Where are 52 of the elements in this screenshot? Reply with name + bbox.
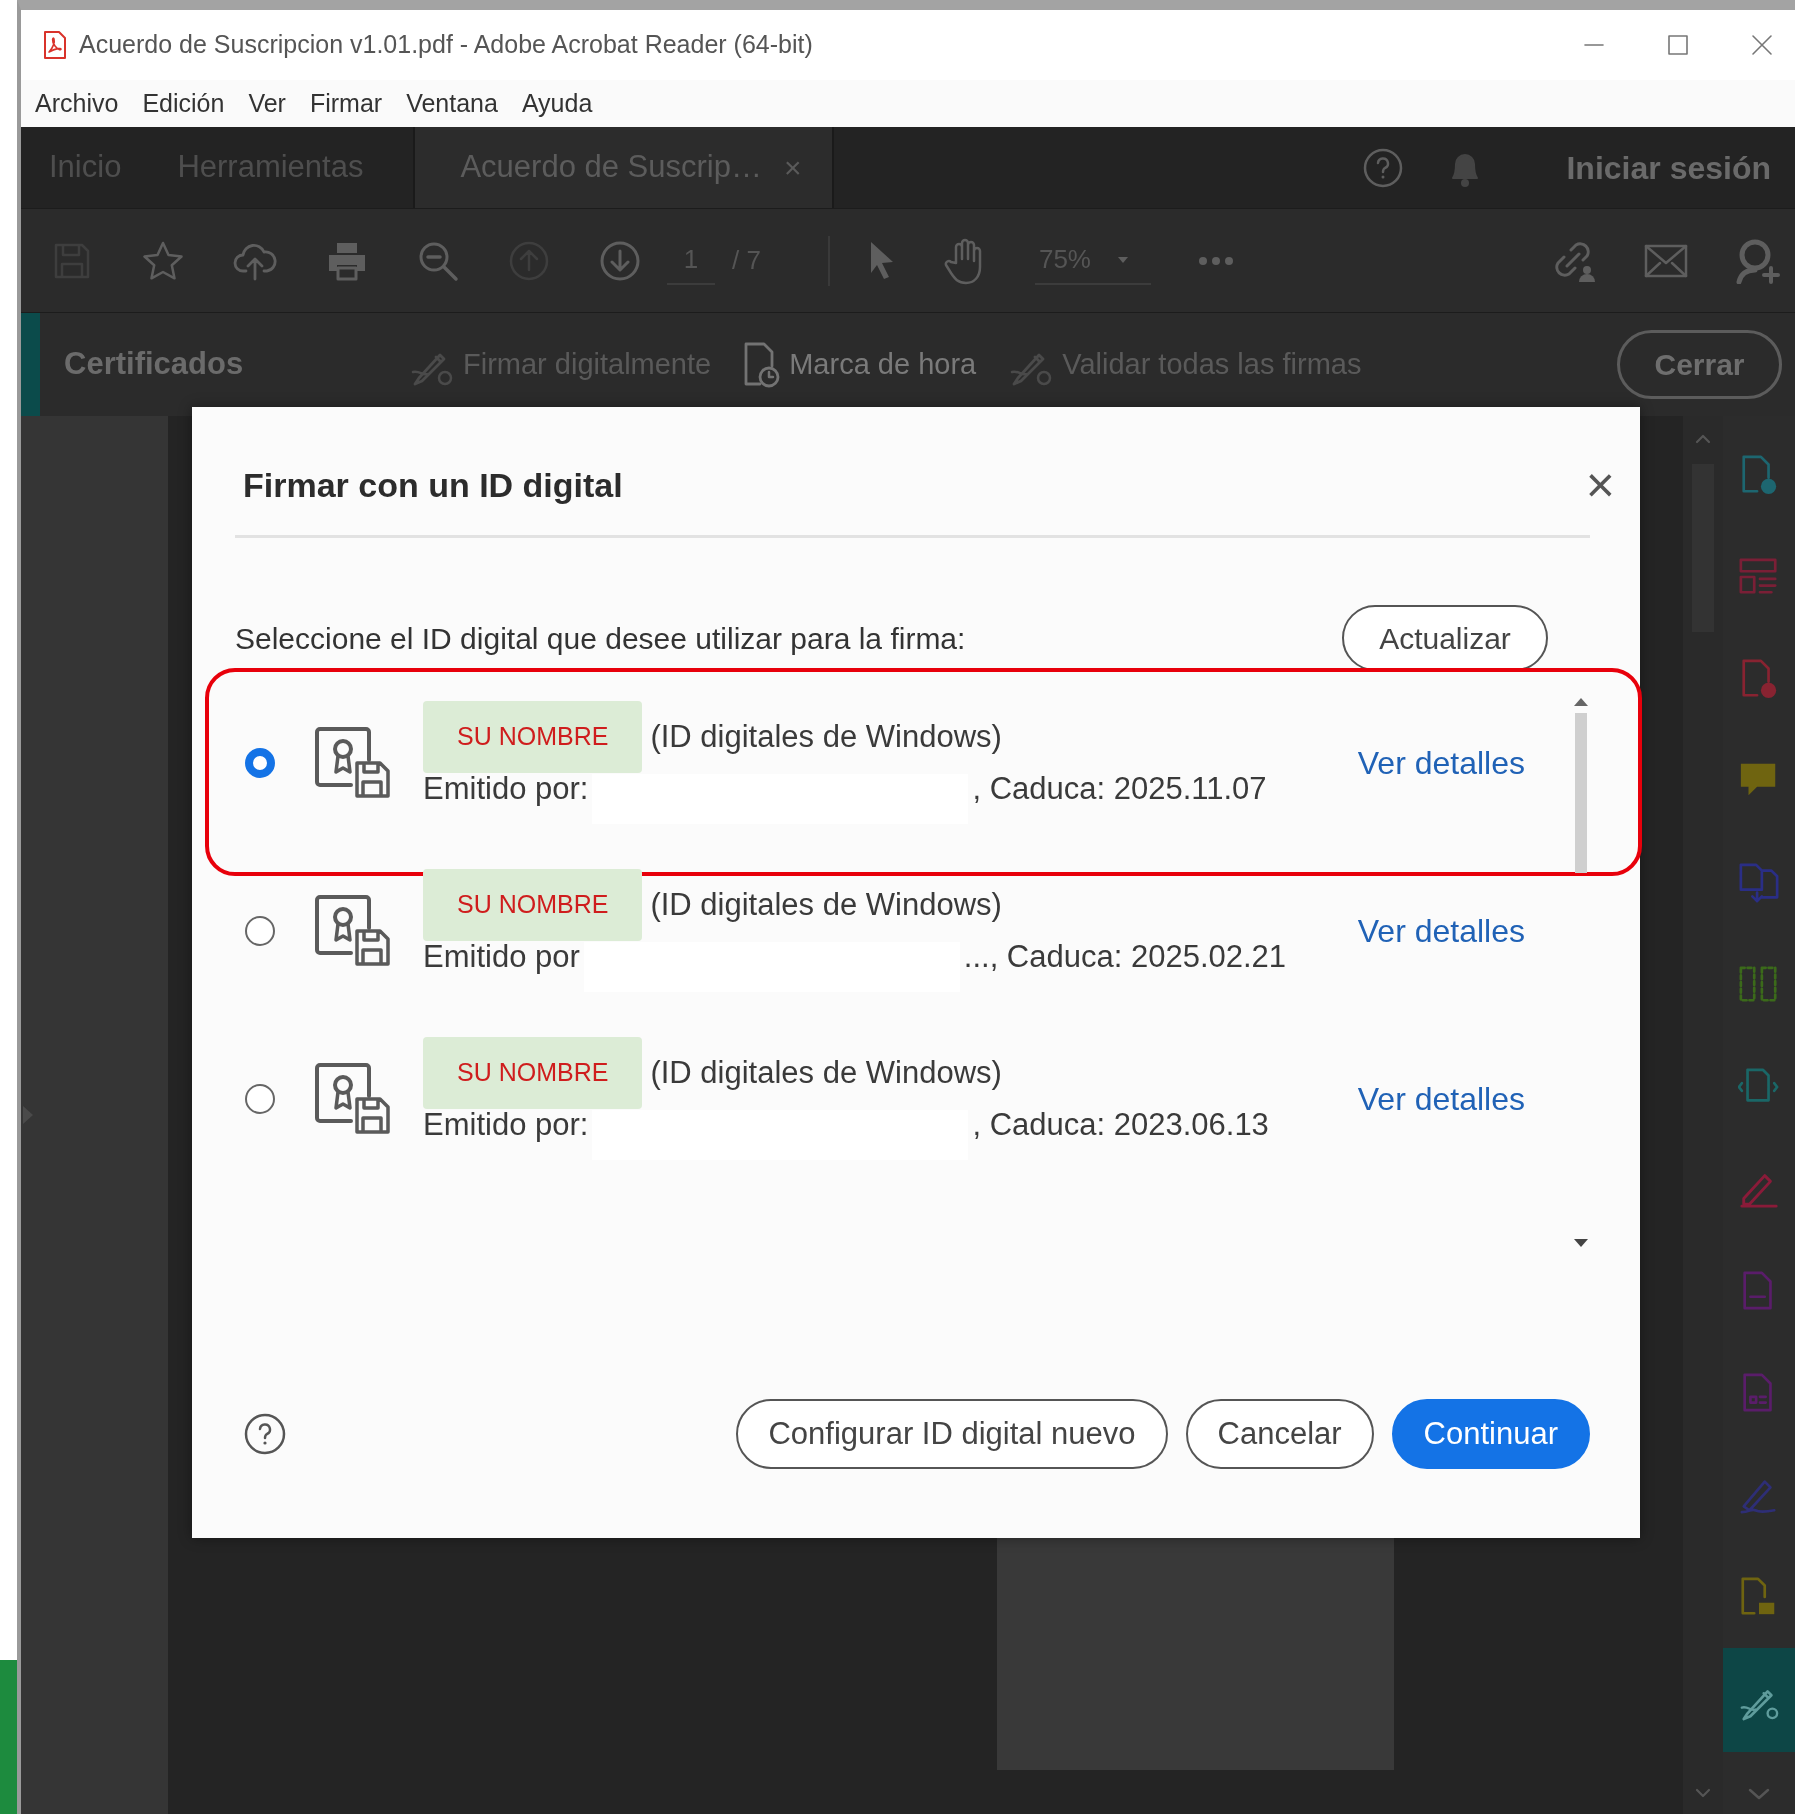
- id-source: (ID digitales de Windows): [650, 1053, 1002, 1092]
- continue-button[interactable]: Continuar: [1391, 1399, 1590, 1469]
- scroll-thumb[interactable]: [1575, 713, 1587, 873]
- certificate-icon: [315, 1063, 390, 1135]
- dialog-button[interactable]: Configurar ID digital nuevo: [736, 1399, 1168, 1469]
- maximize-icon[interactable]: [1667, 34, 1689, 56]
- name-tag: SU NOMBRE: [423, 701, 643, 773]
- expiry-date: , Caduca: 2023.06.13: [972, 1105, 1269, 1144]
- person-add-icon[interactable]: [1735, 237, 1781, 284]
- chevron-down-icon[interactable]: [1748, 1788, 1770, 1800]
- more-icon[interactable]: [1197, 255, 1234, 266]
- radio-button[interactable]: [245, 1084, 275, 1114]
- tool-button[interactable]: [1723, 1648, 1795, 1752]
- expiry-date: ..., Caduca: 2025.02.21: [963, 937, 1287, 976]
- instruction-text: Seleccione el ID digital que desee utilizar para la firma:: [235, 620, 966, 657]
- details-link[interactable]: Ver detalles: [1357, 1075, 1525, 1123]
- name-tag: SU NOMBRE: [423, 869, 643, 941]
- certificate-icon: [315, 895, 390, 967]
- mail-icon[interactable]: [1644, 242, 1688, 279]
- chevron-up-icon: [1695, 434, 1711, 444]
- menu-item[interactable]: Ver: [248, 84, 286, 123]
- menu-item[interactable]: Ayuda: [521, 84, 593, 123]
- certificate-icon: [315, 727, 390, 799]
- id-source: (ID digitales de Windows): [650, 717, 1002, 756]
- menu-item[interactable]: Ventana: [406, 84, 498, 123]
- close-button[interactable]: ×: [1585, 460, 1615, 510]
- menu-item[interactable]: Firmar: [309, 84, 383, 123]
- details-link[interactable]: Ver detalles: [1357, 907, 1525, 955]
- dialog-button[interactable]: Cancelar: [1185, 1399, 1374, 1469]
- refresh-button[interactable]: Actualizar: [1342, 605, 1548, 671]
- panel-title: Certificados: [64, 345, 245, 384]
- menu-item[interactable]: Edición: [142, 84, 225, 123]
- details-link[interactable]: Ver detalles: [1357, 739, 1525, 787]
- chevron-down-icon: [1695, 1787, 1711, 1798]
- expiry-date: , Caduca: 2025.11.07: [972, 769, 1267, 808]
- menu-item[interactable]: Archivo: [35, 84, 119, 123]
- toolbar-action[interactable]: Marca de hora: [743, 341, 977, 388]
- expand-arrow-icon[interactable]: [21, 1104, 35, 1126]
- document-clock-icon: [743, 341, 782, 388]
- pdf-file-icon: [43, 31, 67, 59]
- id-source: (ID digitales de Windows): [650, 885, 1002, 924]
- dialog-title: Firmar con un ID digital: [243, 464, 623, 506]
- caret-icon: [1116, 255, 1129, 264]
- arrow-up-icon: [1573, 697, 1589, 707]
- window-title: Acuerdo de Suscripcion v1.01.pdf - Adobe Acrobat Reader (64-bit): [79, 29, 813, 61]
- radio-button[interactable]: [245, 916, 275, 946]
- radio-button[interactable]: [245, 748, 275, 778]
- arrow-down-icon: [1573, 1237, 1589, 1248]
- close-icon[interactable]: [1751, 34, 1773, 56]
- documents-icon: [1738, 862, 1780, 904]
- help-icon[interactable]: [243, 1412, 287, 1456]
- name-tag: SU NOMBRE: [423, 1037, 643, 1109]
